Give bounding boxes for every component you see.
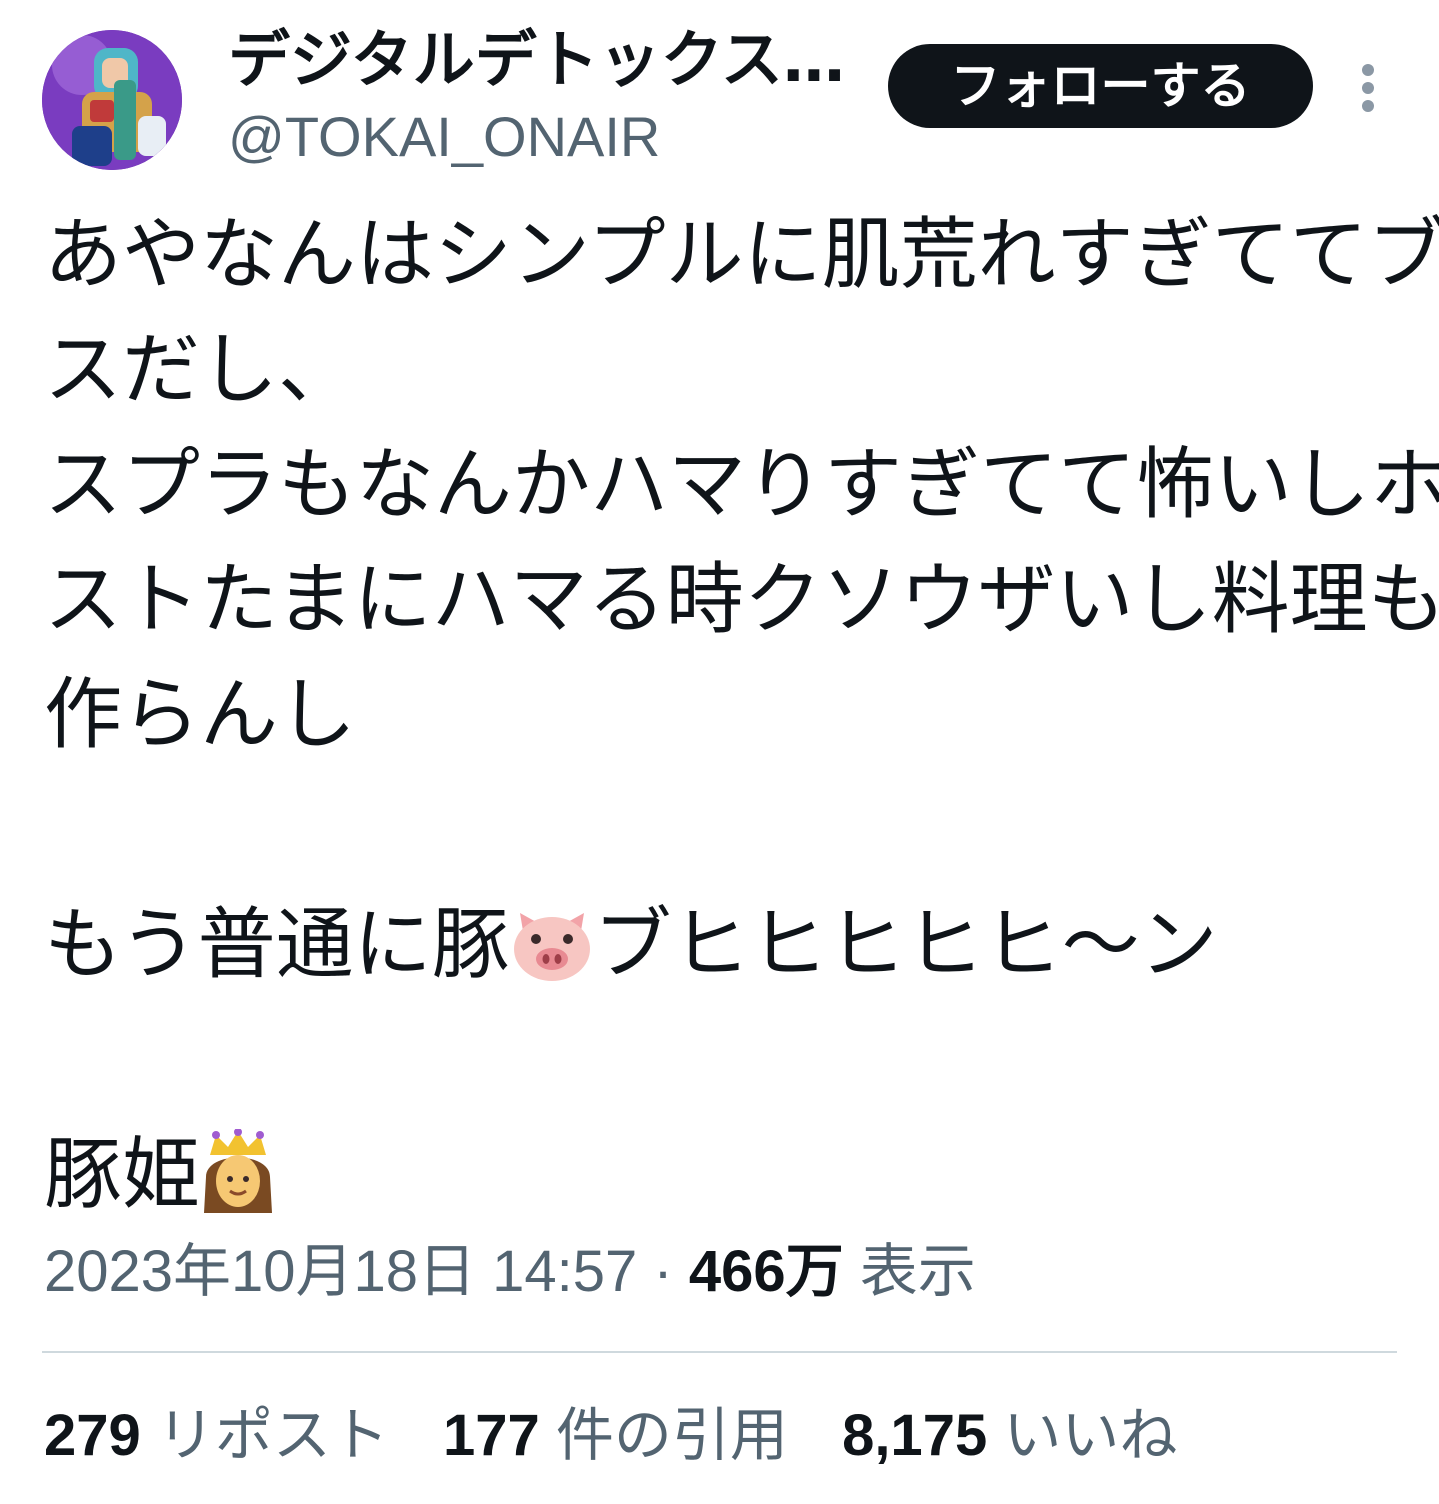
reposts-label: リポスト [140, 1403, 389, 1468]
views-label: 表示 [843, 1239, 976, 1304]
divider [42, 1351, 1397, 1353]
dot [1362, 64, 1374, 76]
tweet-line: あやなんはシンプルに肌荒れすぎててブ [44, 210, 1439, 300]
tweet-meta: 2023年10月18日 14:57 · 466万 表示 [44, 1232, 976, 1312]
meta-separator: · [637, 1239, 689, 1304]
avatar-image [42, 30, 182, 170]
tweet-line: 作らんし [44, 670, 357, 760]
quotes-label: 件の引用 [539, 1403, 788, 1468]
user-handle[interactable]: @TOKAI_ONAIR [228, 102, 660, 172]
likes-count: 8,175 [842, 1403, 988, 1468]
dot [1362, 100, 1374, 112]
display-name[interactable]: デジタルデトックス… [228, 22, 845, 98]
more-options-icon[interactable] [1350, 60, 1386, 116]
views-count: 466万 [688, 1239, 844, 1304]
reposts-stat[interactable]: 279 リポスト [44, 1396, 389, 1476]
reposts-count: 279 [44, 1403, 141, 1468]
likes-stat[interactable]: 8,175 いいね [842, 1396, 1177, 1476]
tweet-line-part: ブヒヒヒヒヒ〜ン [593, 900, 1218, 990]
tweet-line-with-emoji: 豚姫 [44, 1118, 1404, 1233]
tweet-stats: 279 リポスト 177 件の引用 8,175 いいね [44, 1396, 1215, 1476]
pig-face-icon [510, 900, 594, 1015]
princess-icon [200, 1128, 276, 1245]
tweet-line-part: もう普通に豚 [44, 900, 510, 990]
tweet-line: スプラもなんかハマりすぎてて怖いしホ [44, 440, 1439, 530]
follow-button[interactable]: フォローする [888, 44, 1313, 128]
avatar[interactable] [42, 30, 182, 170]
tweet-line: スだし、 [44, 325, 357, 415]
quotes-count: 177 [443, 1403, 540, 1468]
tweet-line-part: 豚姫 [44, 1130, 201, 1220]
tweet-text: あやなんはシンプルに肌荒れすぎててブ スだし、 スプラもなんかハマりすぎてて怖い… [44, 198, 1439, 1233]
likes-label: いいね [987, 1403, 1178, 1468]
tweet-line-with-emoji: もう普通に豚 ブヒヒヒヒヒ〜ン [44, 888, 1404, 1003]
quotes-stat[interactable]: 177 件の引用 [443, 1396, 788, 1476]
tweet-line: ストたまにハマる時クソウザいし料理も [44, 555, 1439, 645]
dot [1362, 82, 1374, 94]
timestamp[interactable]: 2023年10月18日 14:57 [44, 1239, 637, 1304]
